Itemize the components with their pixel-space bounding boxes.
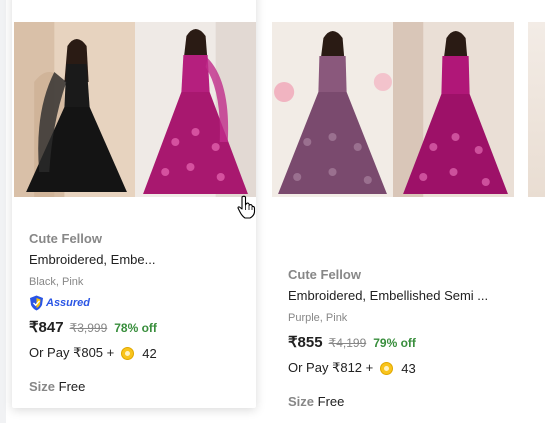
- page-edge: [0, 0, 6, 423]
- size-label: Size: [288, 394, 315, 409]
- product-image-2[interactable]: [272, 22, 514, 197]
- price-row: ₹847 ₹3,999 78% off: [29, 318, 157, 336]
- pay-text: Or Pay ₹805 +: [29, 345, 115, 360]
- assured-badge: Assured: [29, 295, 157, 311]
- size-label: Size: [29, 379, 56, 394]
- pay-text: Or Pay ₹812 +: [288, 360, 374, 375]
- size-info: Size Free: [288, 394, 488, 409]
- selling-price: ₹855: [288, 334, 323, 351]
- product-brand: Cute Fellow: [29, 231, 102, 246]
- product-image-1[interactable]: [14, 22, 256, 197]
- hand-pointer-cursor-icon: [237, 195, 256, 219]
- supercoin-icon: [380, 361, 394, 375]
- product-info-1: Cute Fellow Embroidered, Embe... Black, …: [29, 231, 157, 394]
- flipkart-assured-shield-icon: [30, 295, 43, 311]
- product-info-2: Cute Fellow Embroidered, Embellished Sem…: [288, 267, 488, 409]
- product-card-1[interactable]: Cute Fellow Embroidered, Embe... Black, …: [12, 0, 256, 408]
- product-image-model-magenta: [393, 22, 514, 197]
- discount-percent: 78% off: [114, 321, 157, 335]
- size-info: Size Free: [29, 379, 157, 394]
- size-value: Free: [58, 379, 86, 394]
- coin-count: 42: [142, 345, 157, 361]
- price-row: ₹855 ₹4,199 79% off: [288, 333, 488, 351]
- supercoin-offer: Or Pay ₹812 + 43: [288, 360, 488, 376]
- selling-price: ₹847: [29, 319, 64, 336]
- discount-percent: 79% off: [373, 336, 416, 350]
- product-image-model-purple: [272, 22, 393, 197]
- assured-label: Assured: [46, 297, 91, 309]
- product-title[interactable]: Embroidered, Embe...: [29, 252, 157, 267]
- product-card-3-peek[interactable]: [528, 22, 545, 197]
- supercoin-offer: Or Pay ₹805 + 42: [29, 345, 157, 361]
- supercoin-icon: [121, 346, 135, 360]
- mrp-price: ₹3,999: [69, 321, 108, 335]
- coin-count: 43: [401, 360, 416, 376]
- product-image-model-black: [14, 22, 135, 197]
- product-colors: Purple, Pink: [288, 312, 348, 324]
- product-brand: Cute Fellow: [288, 267, 361, 282]
- product-image-model-pink: [135, 22, 256, 197]
- product-colors: Black, Pink: [29, 276, 84, 288]
- product-card-2[interactable]: Cute Fellow Embroidered, Embellished Sem…: [272, 0, 516, 423]
- product-title[interactable]: Embroidered, Embellished Semi ...: [288, 288, 488, 303]
- size-value: Free: [317, 394, 345, 409]
- mrp-price: ₹4,199: [328, 336, 367, 350]
